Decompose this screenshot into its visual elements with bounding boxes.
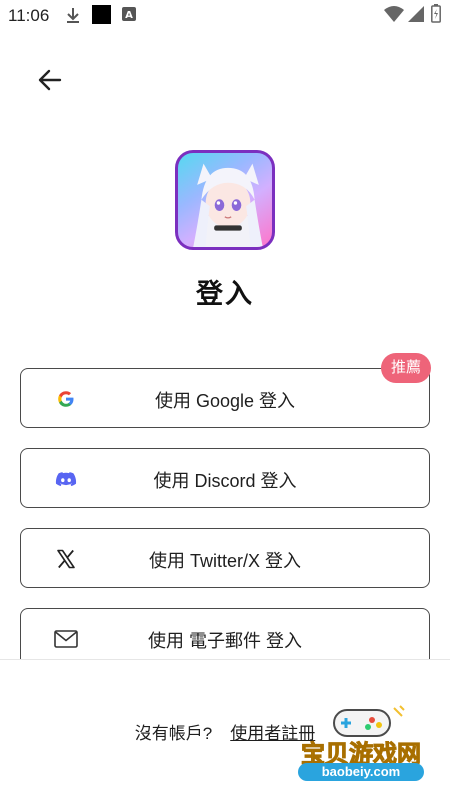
divider: [0, 659, 450, 660]
battery-icon: [431, 4, 441, 23]
status-time: 11:06: [8, 6, 50, 25]
back-button[interactable]: [30, 62, 70, 98]
wifi-icon: [384, 6, 404, 22]
page-title: 登入: [196, 279, 254, 309]
google-login-label: 使用 Google 登入: [154, 391, 296, 411]
twitter-login-button[interactable]: 使用 Twitter/X 登入: [20, 528, 430, 588]
discord-login-label: 使用 Discord 登入: [153, 471, 297, 491]
watermark: 宝贝游戏网 baobeiy.com: [298, 704, 424, 788]
app-logo: [175, 150, 275, 250]
square-icon: [92, 5, 111, 24]
email-login-label: 使用 電子郵件 登入: [147, 631, 302, 651]
google-login-button[interactable]: 使用 Google 登入: [20, 368, 430, 428]
arrow-left-icon: [38, 69, 62, 91]
a-icon: A: [122, 7, 136, 21]
status-bar: 11:06 A: [0, 0, 450, 32]
recommended-badge: 推薦: [381, 353, 431, 383]
no-account-text: 沒有帳戶?: [134, 724, 213, 743]
twitter-login-label: 使用 Twitter/X 登入: [148, 551, 301, 571]
watermark-url: baobeiy.com: [298, 763, 424, 781]
download-icon: [67, 8, 79, 23]
signal-icon: [408, 6, 424, 22]
svg-text:A: A: [125, 10, 133, 21]
discord-login-button[interactable]: 使用 Discord 登入: [20, 448, 430, 508]
